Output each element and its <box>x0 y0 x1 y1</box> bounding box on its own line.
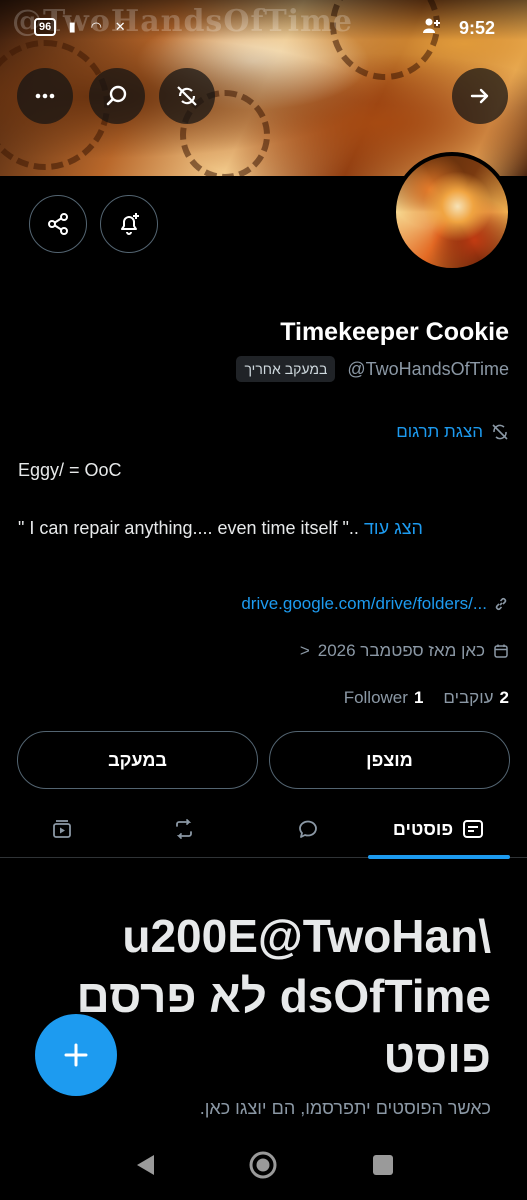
battery-indicator: 96 <box>34 18 57 36</box>
show-more-link[interactable]: הצג עוד <box>364 518 423 538</box>
share-button[interactable] <box>29 195 87 253</box>
plus-icon <box>64 1043 88 1067</box>
active-tab-indicator <box>368 855 510 859</box>
profile-handle: @TwoHandsOfTime <box>347 358 509 379</box>
more-icon <box>35 93 55 99</box>
following-count[interactable]: 2 עוקבים <box>443 688 509 708</box>
tab-reposts[interactable] <box>146 800 222 858</box>
follows-you-badge: במעקב אחריך <box>236 356 336 382</box>
recents-nav-button[interactable] <box>368 1150 398 1180</box>
link-icon <box>495 598 507 610</box>
wifi-icon: ◠ <box>90 19 102 34</box>
mute-icon: ✕ <box>114 19 126 34</box>
bio-line: " I can repair anything.... even time it… <box>18 518 423 539</box>
joined-date-row[interactable]: כאן מאז ספטמבר 2026 > <box>300 641 509 661</box>
calendar-icon <box>494 644 508 658</box>
followers-number: 1 <box>413 688 424 707</box>
home-circle-icon <box>249 1151 277 1179</box>
search-icon <box>106 85 127 106</box>
translate-bio-link[interactable]: הצגת תרגום <box>396 422 509 442</box>
sync-off-icon <box>177 86 197 106</box>
bio-line: Eggy/ = OoC <box>18 460 122 480</box>
system-nav-bar <box>0 1130 527 1200</box>
bell-plus-icon <box>121 213 139 235</box>
tab-replies[interactable] <box>270 800 346 858</box>
media-icon <box>53 820 71 838</box>
following-number: 2 <box>499 688 509 707</box>
repost-icon <box>176 819 192 839</box>
back-triangle-icon <box>137 1155 154 1175</box>
translate-label: הצגת תרגום <box>396 422 483 441</box>
compose-button[interactable] <box>35 1014 117 1096</box>
followers-label: Follower <box>343 688 408 707</box>
signal-icon: ▮ <box>68 19 76 34</box>
tab-posts[interactable]: פוסטים <box>368 800 510 858</box>
handle-row: @TwoHandsOfTime במעקב אחריך <box>236 356 509 382</box>
empty-state-subtitle: כאשר הפוסטים יתפרסמו, הם יוצגו כאן. <box>199 1098 491 1118</box>
recents-square-icon <box>373 1155 393 1175</box>
joined-text: כאן מאז ספטמבר 2026 <box>317 641 485 660</box>
following-label: עוקבים <box>443 688 494 707</box>
followers-count[interactable]: 1 Follower <box>344 688 424 708</box>
link-text[interactable]: drive.google.com/drive/folders/... <box>241 594 487 614</box>
status-bar: @TwoHandsOfTime 96 ▮ ◠ ✕ 9:52 <box>0 0 527 56</box>
profile-link[interactable]: drive.google.com/drive/folders/... <box>241 594 509 614</box>
tab-media[interactable] <box>24 800 100 858</box>
sync-button[interactable] <box>159 68 215 124</box>
following-button[interactable]: במעקב <box>17 731 258 789</box>
share-icon <box>48 213 68 235</box>
clock: 9:52 <box>458 18 495 38</box>
profile-name: Timekeeper Cookie <box>280 318 509 346</box>
more-options-button[interactable] <box>17 68 73 124</box>
status-icons: 96 ▮ ◠ ✕ <box>34 18 128 36</box>
profile-tabs: פוסטים <box>0 800 527 858</box>
notifications-button[interactable] <box>100 195 158 253</box>
tab-posts-label: פוסטים <box>392 818 454 839</box>
reply-icon <box>299 820 317 838</box>
avatar[interactable] <box>392 152 512 272</box>
empty-title-line: u200E@TwoHan\ <box>122 910 491 962</box>
follow-counts: 2 עוקבים 1 Follower <box>344 688 509 708</box>
home-nav-button[interactable] <box>248 1150 278 1180</box>
search-button[interactable] <box>89 68 145 124</box>
back-nav-button[interactable] <box>130 1150 160 1180</box>
posts-icon <box>463 820 484 838</box>
person-add-icon <box>423 18 441 38</box>
bio-quote: " I can repair anything.... even time it… <box>18 518 359 538</box>
arrow-right-icon <box>470 88 489 104</box>
chevron-icon: > <box>299 641 310 660</box>
translate-icon <box>492 424 508 440</box>
forward-button[interactable] <box>452 68 508 124</box>
muted-button[interactable]: מוצפן <box>269 731 510 789</box>
